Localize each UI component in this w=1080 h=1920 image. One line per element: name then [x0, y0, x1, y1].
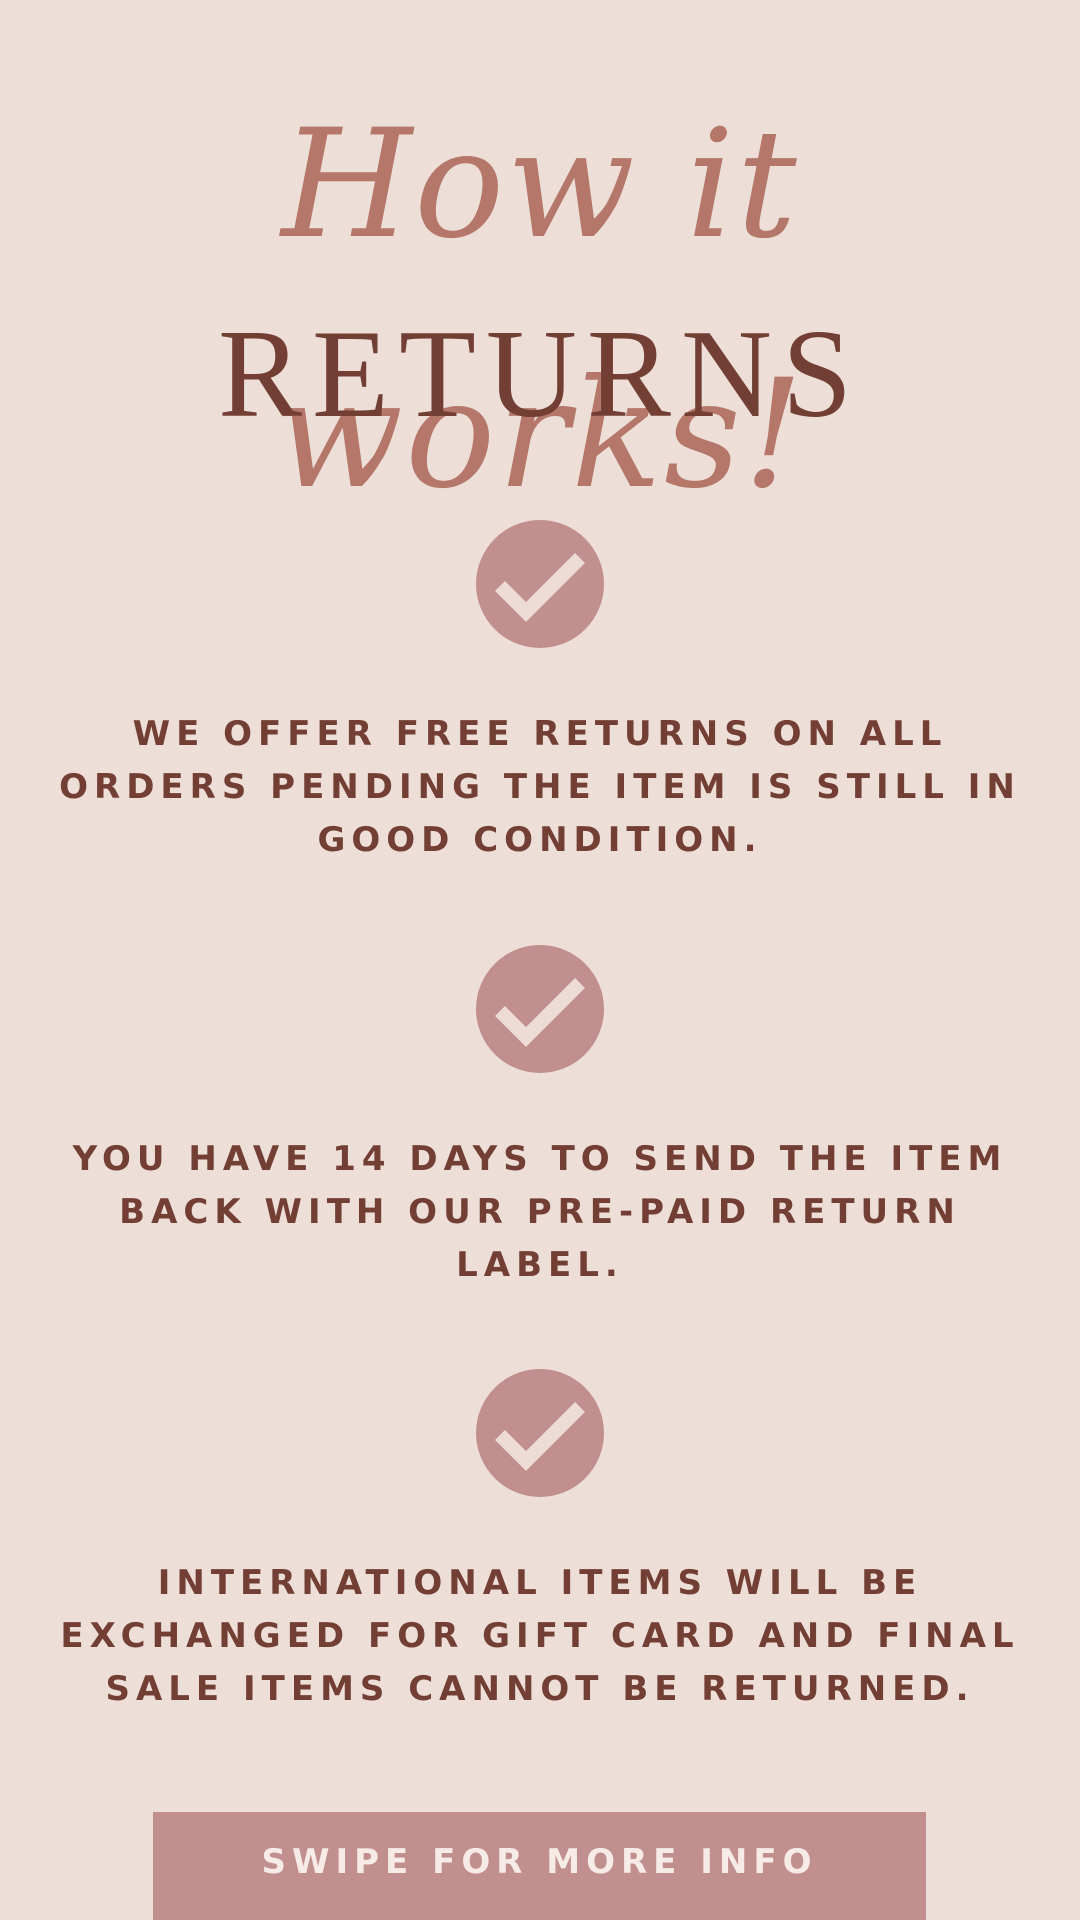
script-title: How it works!: [274, 98, 806, 522]
returns-info-text: WE OFFER FREE RETURNS ON ALL ORDERS PEND…: [59, 714, 1021, 860]
returns-info-text: YOU HAVE 14 DAYS TO SEND THE ITEM BACK W…: [72, 1139, 1008, 1285]
returns-info-text: INTERNATIONAL ITEMS WILL BE EXCHANGED FO…: [60, 1563, 1020, 1709]
swipe-for-more-info-button[interactable]: SWIPE FOR MORE INFO: [153, 1812, 926, 1920]
checkmark-circle-icon: [476, 1369, 604, 1497]
checkmark-circle-icon: [476, 520, 604, 648]
checkmark-circle-icon: [476, 945, 604, 1073]
page-title: RETURNS: [217, 305, 863, 444]
